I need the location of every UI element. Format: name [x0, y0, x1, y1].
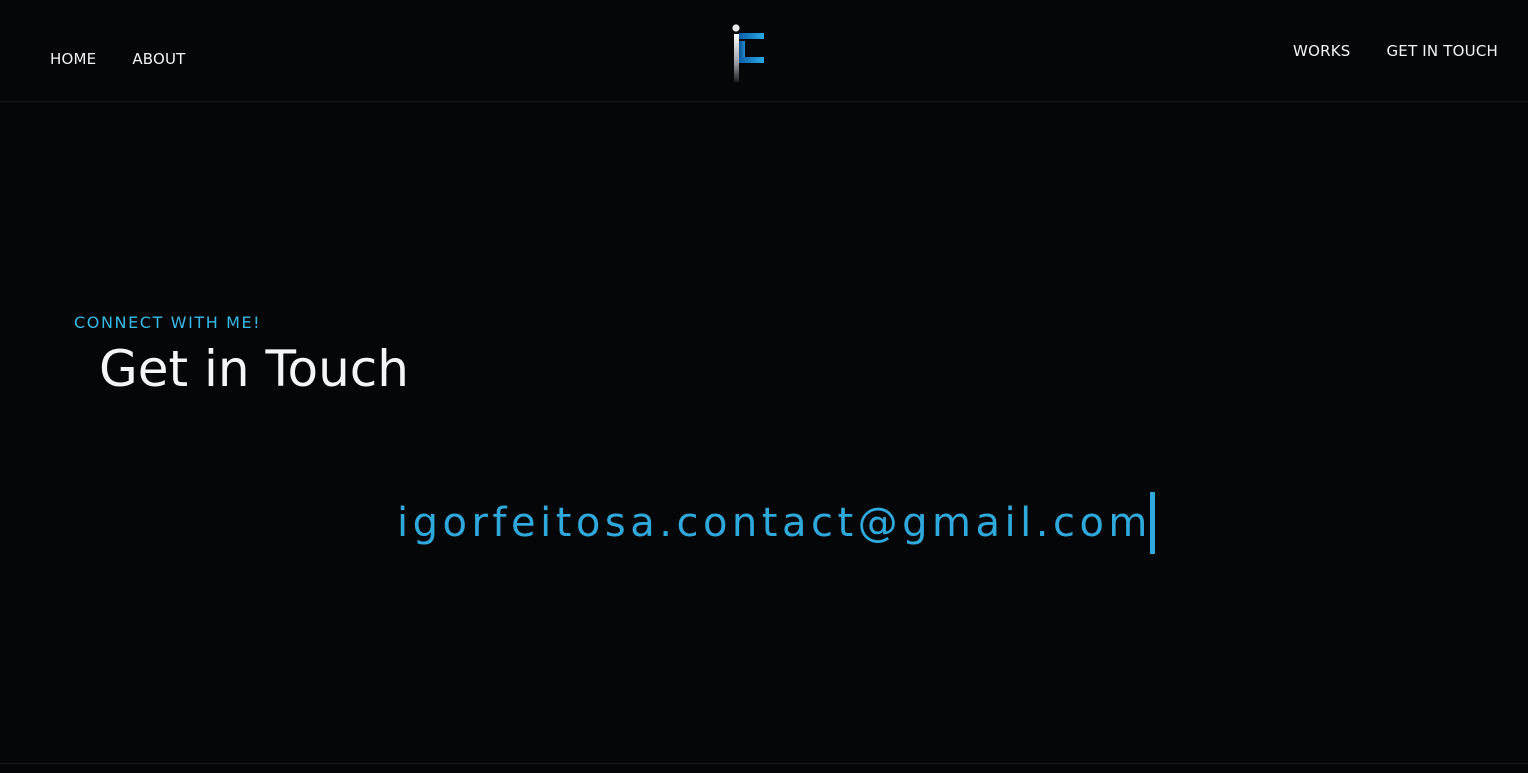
- contact-eyebrow: CONNECT WITH ME!: [74, 313, 262, 332]
- footer-divider: [0, 763, 1528, 764]
- site-header: HOME ABOUT WORKS GET IN TOUCH: [0, 0, 1528, 102]
- nav-link-works[interactable]: WORKS: [1293, 41, 1350, 61]
- nav-link-about[interactable]: ABOUT: [132, 49, 185, 69]
- nav-link-get-in-touch[interactable]: GET IN TOUCH: [1386, 41, 1498, 61]
- contact-heading: Get in Touch: [99, 340, 409, 398]
- email-display: igorfeitosa.contact@gmail.com: [397, 492, 1155, 554]
- typing-cursor: [1149, 492, 1155, 554]
- nav-right: WORKS GET IN TOUCH: [1293, 41, 1498, 61]
- site-logo[interactable]: [730, 24, 768, 84]
- nav-link-home[interactable]: HOME: [50, 49, 96, 69]
- nav-left: HOME ABOUT: [50, 49, 186, 69]
- page: HOME ABOUT WORKS GET IN TOUCH CONNECT WI…: [0, 0, 1528, 773]
- email-link[interactable]: igorfeitosa.contact@gmail.com: [397, 492, 1152, 554]
- logo-mark-icon: [732, 24, 764, 82]
